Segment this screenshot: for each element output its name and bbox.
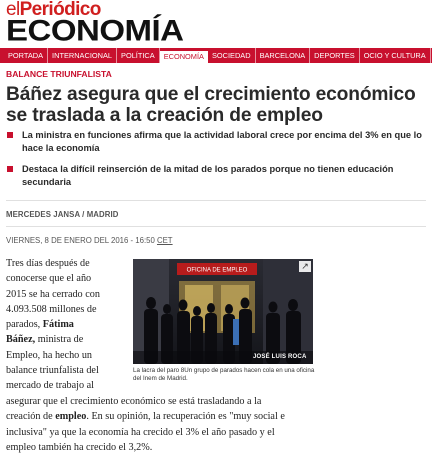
section-title: ECONOMÍA [6, 13, 184, 47]
expand-icon[interactable]: ↗ [299, 261, 311, 272]
office-sign-text: OFICINA DE EMPLEO [187, 268, 248, 274]
article-kicker: BALANCE TRIUNFALISTA [6, 69, 112, 79]
nav-item-politica[interactable]: POLÍTICA [117, 48, 160, 63]
article-body-column: Tres días después de conocerse que el añ… [6, 258, 100, 392]
timezone-link[interactable]: CET [157, 236, 173, 245]
nav-item-deportes[interactable]: DEPORTES [310, 48, 360, 63]
nav-item-internacional[interactable]: INTERNACIONAL [48, 48, 118, 63]
divider [6, 226, 426, 227]
keyword-link[interactable]: empleo [55, 411, 86, 422]
article-photo[interactable]: OFICINA DE EMPLEO [133, 259, 313, 364]
section-nav: PORTADA INTERNACIONAL POLÍTICA ECONOMÍA … [0, 48, 432, 63]
person-name-link[interactable]: Fátima [43, 319, 74, 330]
subhead-item: La ministra en funciones afirma que la a… [6, 129, 426, 155]
article-body-full: asegurar que el crecimiento económico se… [6, 396, 285, 453]
photo-credit: JOSÉ LUIS ROCA [253, 354, 307, 360]
nav-item-sociedad[interactable]: SOCIEDAD [208, 48, 256, 63]
article-subheads: La ministra en funciones afirma que la a… [6, 129, 426, 197]
subhead-item: Destaca la difícil reinserción de la mit… [6, 163, 426, 189]
article-date: VIERNES, 8 DE ENERO DEL 2016 - 16:50 [6, 236, 155, 245]
nav-item-economia[interactable]: ECONOMÍA [159, 51, 208, 63]
nav-item-barcelona[interactable]: BARCELONA [256, 48, 311, 63]
article-headline: Báñez asegura que el crecimiento económi… [6, 84, 416, 126]
article-dateline: VIERNES, 8 DE ENERO DEL 2016 - 16:50 CET [6, 236, 173, 245]
nav-item-ocio-y-cultura[interactable]: OCIO Y CULTURA [360, 48, 431, 63]
subhead-text: La ministra en funciones afirma que la a… [22, 130, 422, 153]
divider [6, 200, 426, 201]
nav-item-portada[interactable]: PORTADA [0, 48, 49, 63]
photo-caption: La lacra del paro 8Un grupo de parados h… [133, 367, 315, 382]
person-name-link[interactable]: Báñez, [6, 334, 35, 345]
bullet-square-icon [7, 132, 13, 138]
bullet-square-icon [7, 166, 13, 172]
queue-photo-illustration: OFICINA DE EMPLEO [133, 259, 313, 364]
article-author: MERCEDES JANSA / MADRID [6, 210, 119, 219]
subhead-text: Destaca la difícil reinserción de la mit… [22, 164, 394, 187]
